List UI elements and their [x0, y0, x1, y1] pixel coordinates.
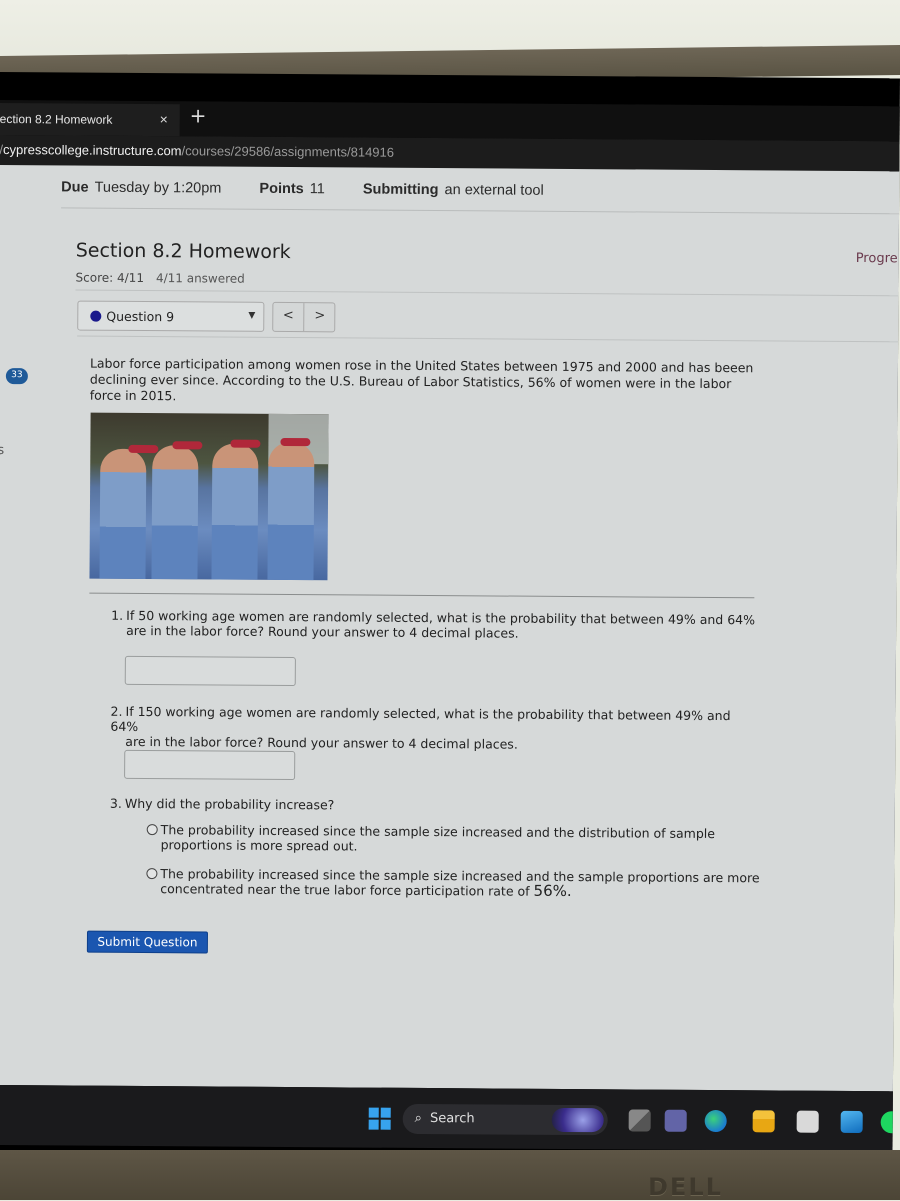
search-label: Search — [429, 1111, 475, 1127]
photo-bandana — [172, 441, 203, 450]
answer-input-1[interactable] — [124, 655, 296, 687]
taskbar-search-box[interactable]: ⌕ Search — [402, 1103, 608, 1136]
part-text: Why did the probability increase? — [124, 795, 335, 813]
monitor-bezel-bottom — [0, 1150, 900, 1200]
question-part-1: 1. If 50 working age women are randomly s… — [111, 608, 761, 643]
question-nav-group: < > — [272, 301, 336, 333]
due-label: Due — [61, 179, 89, 196]
microsoft-store-icon[interactable] — [796, 1110, 819, 1133]
previous-question-button[interactable]: < — [273, 302, 305, 332]
windows-taskbar: ⌕ Search — [0, 1084, 900, 1152]
selected-question: Question 9 — [106, 308, 175, 325]
score-value: Score: 4/11 — [75, 270, 145, 286]
choice-text: concentrated near the true labor force p… — [160, 881, 534, 899]
dell-logo: DELL — [648, 1173, 723, 1201]
question-status-dot-icon — [90, 310, 102, 322]
photo-person — [99, 448, 147, 580]
question-intro: Labor force participation among women ro… — [89, 355, 754, 404]
choice-text-emphasis: 56%. — [533, 881, 572, 901]
due-value: Tuesday by 1:20pm — [94, 179, 222, 197]
assignment-details: Due Tuesday by 1:20pm Points 11 Submitting… — [61, 179, 578, 199]
photo-bandana — [230, 439, 261, 448]
caret-down-icon: ▼ — [248, 310, 256, 321]
question-select-dropdown[interactable]: Question 9 ▼ — [77, 300, 265, 332]
browser-tab[interactable]: ection 8.2 Homework × — [0, 102, 180, 137]
answer-input-2[interactable] — [124, 749, 296, 781]
next-question-button[interactable]: > — [304, 303, 335, 331]
url-host: cypresscollege.instructure.com — [3, 142, 182, 159]
photo-person — [211, 443, 259, 580]
edge-icon[interactable] — [704, 1109, 727, 1133]
points-value: 11 — [309, 181, 325, 198]
monitor-screen: ection 8.2 Homework × + /cypresscollege.… — [0, 72, 900, 1164]
close-tab-icon[interactable]: × — [160, 111, 168, 127]
photo-person — [267, 441, 315, 581]
question-part-2: 2. If 150 working age women are randomly … — [110, 704, 760, 754]
sidebar-cut-text: s — [0, 442, 5, 459]
tab-title: ection 8.2 Homework — [0, 111, 113, 127]
url-path: /courses/29586/assignments/814916 — [181, 143, 395, 160]
divider — [77, 335, 900, 343]
submit-question-button[interactable]: Submit Question — [86, 930, 209, 954]
search-icon: ⌕ — [414, 1110, 423, 1126]
choice-option-1[interactable]: The probability increased since the samp… — [146, 822, 767, 856]
points-label: Points — [259, 180, 304, 198]
submitting-value: an external tool — [444, 182, 544, 199]
part-text: If 150 working age women are randomly se… — [110, 703, 731, 734]
choice-option-2[interactable]: The probability increased since the samp… — [146, 866, 766, 900]
photo-person — [151, 445, 199, 580]
divider — [89, 592, 755, 599]
answered-count: 4/11 answered — [155, 271, 245, 286]
homework-title: Section 8.2 Homework — [75, 239, 291, 264]
question-part-3: 3. Why did the probability increase? — [110, 796, 760, 816]
radio-button-icon[interactable] — [146, 868, 158, 880]
submitting-label: Submitting — [362, 181, 439, 199]
spotify-icon[interactable] — [880, 1111, 900, 1134]
photo-bandana — [128, 444, 159, 454]
task-view-icon[interactable] — [628, 1109, 651, 1132]
part-number: 1. — [111, 607, 124, 623]
part-number: 2. — [110, 703, 123, 719]
windows-start-icon[interactable] — [368, 1107, 391, 1130]
homework-score: Score: 4/11 4/11 answered — [76, 271, 245, 286]
mail-icon[interactable] — [840, 1110, 863, 1134]
radio-button-icon[interactable] — [146, 824, 158, 836]
progress-link[interactable]: Progre — [856, 251, 898, 266]
photo-bandana — [280, 437, 311, 447]
divider — [75, 289, 900, 297]
teams-icon[interactable] — [664, 1109, 687, 1132]
divider — [61, 207, 900, 215]
new-tab-icon[interactable]: + — [190, 103, 207, 127]
file-explorer-icon[interactable] — [752, 1110, 775, 1133]
canvas-page: Due Tuesday by 1:20pm Points 11 Submitting… — [0, 164, 900, 1092]
rosie-riveter-photo — [89, 412, 329, 581]
part-number: 3. — [109, 795, 122, 811]
search-highlight-art-icon — [551, 1107, 604, 1133]
notification-badge[interactable]: 33 — [5, 368, 28, 385]
